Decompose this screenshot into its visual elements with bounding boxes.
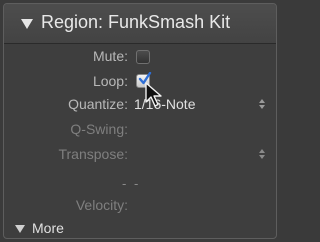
qswing-label: Q-Swing: <box>70 121 128 137</box>
disclosure-triangle-icon[interactable] <box>21 19 33 29</box>
quantize-value[interactable]: 1/16-Note <box>134 96 195 112</box>
more-label: More <box>32 220 64 236</box>
loop-label: Loop: <box>92 73 128 89</box>
region-title: Region: FunkSmash Kit <box>41 12 231 32</box>
region-header[interactable]: Region: FunkSmash Kit <box>4 4 276 44</box>
more-disclosure[interactable]: More <box>4 218 276 239</box>
velocity-label: Velocity: <box>75 197 128 213</box>
quantize-stepper-icon[interactable] <box>259 98 265 110</box>
quantize-label: Quantize: <box>68 96 128 112</box>
mute-label: Mute: <box>92 48 128 64</box>
mute-checkbox[interactable] <box>136 50 150 64</box>
disclosure-triangle-icon[interactable] <box>15 225 25 233</box>
transpose-value[interactable]: - - <box>122 176 140 191</box>
transpose-stepper-icon[interactable] <box>259 148 265 160</box>
region-inspector: Region: FunkSmash Kit Mute: Loop: Quanti… <box>0 0 280 242</box>
transpose-label: Transpose: <box>58 146 128 162</box>
mouse-pointer-icon <box>145 82 162 107</box>
